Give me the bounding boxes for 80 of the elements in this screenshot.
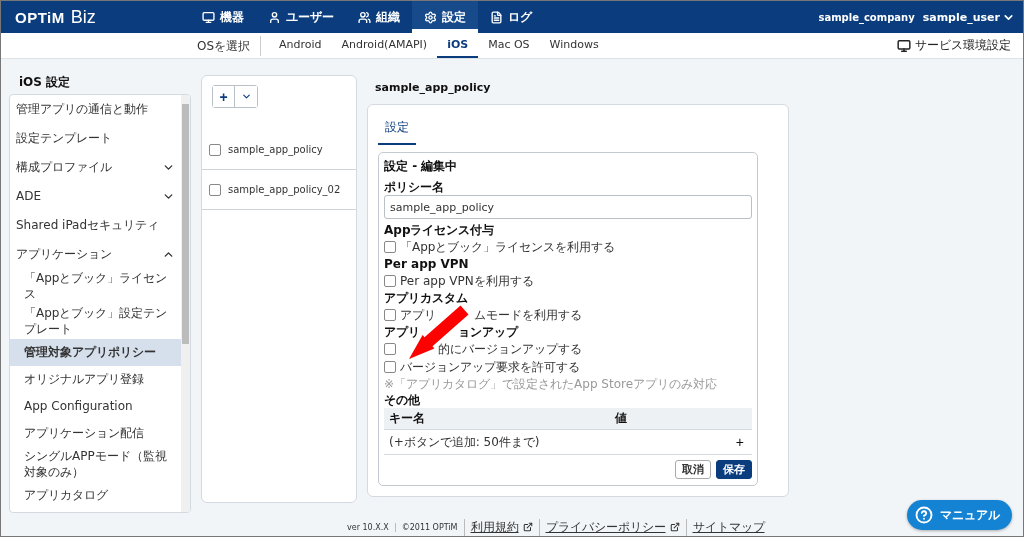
manual-button[interactable]: マニュアル: [907, 500, 1012, 530]
user-menu[interactable]: sample_user: [922, 10, 1015, 24]
company-name: sample_company: [818, 11, 915, 23]
people-icon: [358, 10, 371, 24]
section-label: ョンアップ: [458, 324, 518, 340]
os-tab[interactable]: Android(AMAPI): [331, 33, 438, 58]
policy-name-field[interactable]: sample_app_policy: [384, 195, 752, 219]
add-button[interactable]: +: [213, 86, 235, 107]
section-label: アプリカスタム: [384, 290, 468, 306]
footer-link[interactable]: 利用規約: [470, 518, 519, 536]
section-label: Per app VPN: [384, 256, 469, 272]
document-icon: [490, 10, 503, 24]
nav-tab[interactable]: 組織: [346, 1, 412, 33]
sidebar-item[interactable]: アプリケーション配信: [10, 420, 181, 448]
os-select-label: OSを選択: [197, 35, 262, 56]
checkbox[interactable]: [384, 241, 396, 253]
checkbox-label: 的にバージョンアップする: [438, 340, 582, 358]
nav-tab[interactable]: ログ: [478, 1, 544, 33]
add-row-button[interactable]: +: [735, 434, 744, 450]
sidebar-item[interactable]: Shared iPadセキュリティ: [10, 211, 181, 240]
help-icon: [915, 506, 933, 524]
caret-icon: [240, 91, 252, 102]
checkbox-label: アプリ: [400, 306, 436, 324]
os-tab[interactable]: Mac OS: [478, 33, 540, 58]
section-label: アプリ: [384, 324, 420, 340]
checkbox-label: 「Appとブック」ライセンスを利用する: [400, 238, 616, 256]
checkbox[interactable]: [209, 143, 221, 156]
form-heading: 設定 - 編集中: [384, 158, 459, 175]
sidebar-item[interactable]: App Configuration: [10, 393, 181, 421]
checkbox-label: バージョンアップ要求を許可する: [400, 358, 580, 376]
section-label: その他: [384, 392, 420, 408]
policy-name[interactable]: sample_app_policy: [228, 144, 323, 155]
checkbox[interactable]: [384, 275, 396, 287]
sidebar-item[interactable]: 構成プロファイル: [10, 153, 181, 182]
nav-tab[interactable]: 機器: [190, 1, 256, 33]
column-header: 値: [615, 410, 628, 427]
policy-title: sample_app_policy: [374, 81, 492, 96]
os-tab[interactable]: Windows: [539, 33, 609, 58]
nav-tab[interactable]: ユーザー: [256, 1, 346, 33]
copyright-text: ©2011 OPTiM: [394, 522, 464, 532]
sidebar-item[interactable]: シングルAPPモード（監視対象のみ）: [10, 447, 181, 483]
brand-logo: OPTiM: [15, 8, 65, 26]
policy-name[interactable]: sample_app_policy_02: [228, 184, 341, 195]
sidebar-item[interactable]: 管理アプリの通信と動作: [10, 95, 181, 124]
sidebar-item[interactable]: 「Appとブック」ライセンス: [10, 269, 181, 305]
monitor-icon: [897, 38, 911, 53]
checkbox-label: ムモードを利用する: [474, 306, 582, 324]
sidebar-title: iOS 設定: [18, 74, 72, 91]
checkbox[interactable]: [384, 343, 396, 355]
os-tab[interactable]: Android: [269, 33, 332, 58]
sidebar-item[interactable]: ADE: [10, 182, 181, 211]
scrollbar[interactable]: [181, 95, 190, 512]
checkbox[interactable]: [384, 309, 396, 321]
sidebar-item[interactable]: オリジナルアプリ登録: [10, 366, 181, 394]
os-tab[interactable]: iOS: [437, 33, 479, 58]
service-settings-link[interactable]: サービス環境設定: [897, 33, 1011, 58]
checkbox[interactable]: [384, 361, 396, 373]
version-text: ver 10.X.X: [346, 522, 390, 532]
column-header: キー名: [389, 410, 426, 427]
nav-tab[interactable]: 設定: [412, 1, 478, 33]
section-label: Appライセンス付与: [384, 222, 495, 238]
cancel-button[interactable]: 取消: [675, 460, 711, 479]
gear-icon: [424, 10, 437, 24]
sidebar-item[interactable]: 「Appとブック」設定テンプレート: [10, 304, 181, 340]
settings-tab[interactable]: 設定: [378, 113, 416, 145]
product-name: Biz: [70, 6, 96, 28]
checkbox-label: Per app VPNを利用する: [400, 272, 534, 290]
sidebar-item[interactable]: アプリケーション: [10, 240, 181, 269]
note-text: ※「アプリカタログ」で設定されたApp Storeアプリのみ対応: [384, 376, 719, 392]
field-label: ポリシー名: [384, 179, 444, 195]
empty-row-text: (+ボタンで追加: 50件まで): [389, 433, 540, 451]
save-button[interactable]: 保存: [716, 460, 752, 479]
monitor-icon: [202, 10, 215, 24]
sidebar-item[interactable]: 設定テンプレート: [10, 124, 181, 153]
checkbox[interactable]: [209, 183, 221, 196]
sidebar-item[interactable]: アプリカタログ: [10, 482, 181, 510]
person-icon: [268, 10, 281, 24]
footer-link[interactable]: サイトマップ: [692, 518, 765, 536]
footer-link[interactable]: プライバシーポリシー: [545, 518, 666, 536]
sidebar-item[interactable]: 管理対象アプリポリシー: [10, 339, 181, 367]
